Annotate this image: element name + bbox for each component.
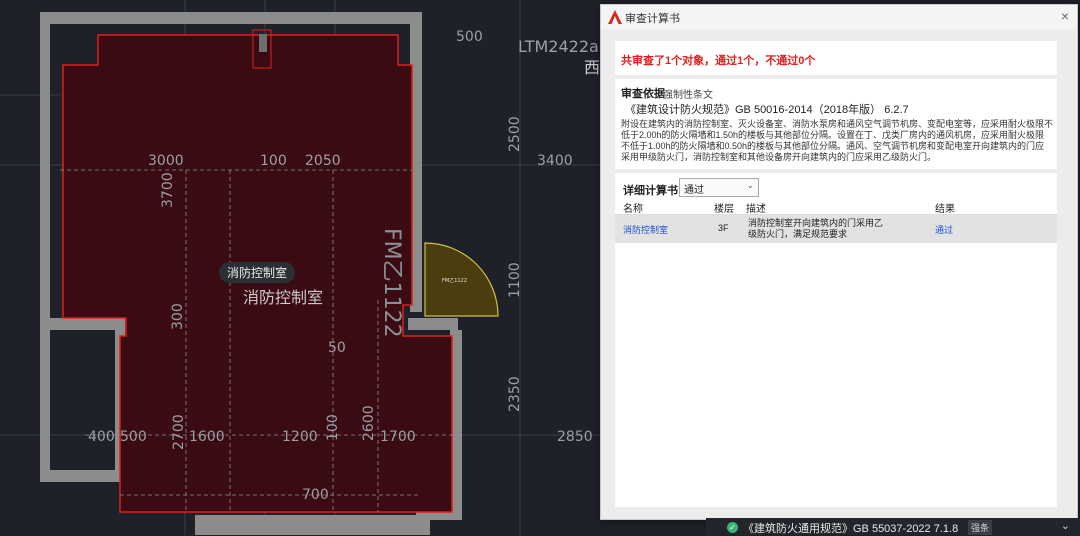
dim-text-1700: 1700 — [380, 429, 416, 445]
rule-status-text: 《建筑防火通用规范》GB 55037-2022 7.1.8 — [743, 523, 959, 535]
dim-text-2500: 2500 — [507, 116, 523, 152]
result-filter-value: 通过 — [684, 185, 704, 196]
dim-text-50: 50 — [328, 340, 346, 356]
row-floor: 3F — [718, 223, 729, 233]
basis-label: 审查依据 — [621, 88, 665, 100]
room-label-pill[interactable]: 消防控制室 — [219, 262, 295, 283]
room-name-text: 消防控制室 — [243, 288, 323, 307]
dim-text-100-b: 100 — [325, 414, 341, 441]
table-header: 名称 楼层 描述 结果 — [615, 198, 1057, 215]
check-icon: ✓ — [727, 522, 738, 533]
door-tag-small: FM乙1122 — [442, 277, 467, 284]
dim-text-1200: 1200 — [282, 429, 318, 445]
door-code-rotated: FM乙1122 — [379, 228, 404, 338]
dim-text-700: 700 — [302, 487, 329, 503]
rule-status-bar[interactable]: ✓ 《建筑防火通用规范》GB 55037-2022 7.1.8 强条 ⌄ — [706, 518, 1080, 535]
chevron-down-icon[interactable]: ⌄ — [1061, 519, 1070, 532]
dim-text-2050: 2050 — [305, 153, 341, 169]
basis-clause-text: 附设在建筑内的消防控制室、灭火设备室、消防水泵房和通风空气调节机房、变配电室等，… — [621, 119, 1054, 162]
dim-text-2350: 2350 — [507, 376, 523, 412]
summary-panel: 共审查了1个对象，通过1个，不通过0个 — [615, 41, 1057, 75]
dim-text-100: 100 — [260, 153, 287, 169]
column-header-name[interactable]: 名称 — [623, 200, 643, 215]
row-name-link[interactable]: 消防控制室 — [623, 223, 668, 236]
door-code-top-right: LTM2422a — [518, 37, 599, 56]
column-header-description[interactable]: 描述 — [746, 200, 766, 215]
dim-text-300: 300 — [170, 303, 186, 330]
dim-text-500: 500 — [120, 429, 147, 445]
chevron-down-icon: ⌄ — [746, 180, 754, 190]
mandatory-clause-tag: 强制性条文 — [663, 90, 713, 101]
row-result[interactable]: 通过 — [935, 223, 953, 236]
mandatory-badge: 强条 — [968, 520, 993, 535]
dialog-titlebar[interactable]: 审查计算书 × — [601, 5, 1077, 29]
dialog-title: 审查计算书 — [625, 13, 680, 25]
review-basis-panel: 审查依据 强制性条文 《建筑设计防火规范》GB 50016-2014（2018年… — [615, 79, 1057, 169]
dim-text-500-top: 500 — [456, 29, 483, 45]
column-header-result[interactable]: 结果 — [935, 200, 955, 215]
detail-calculation-panel: 详细计算书 通过 ⌄ 名称 楼层 描述 结果 消防控制室 3F 消防控制室开向建… — [615, 173, 1057, 507]
dim-text-3700: 3700 — [160, 172, 176, 208]
app-logo-icon — [608, 10, 622, 24]
dim-text-2600: 2600 — [361, 405, 377, 441]
dim-text-3000: 3000 — [148, 153, 184, 169]
west-char: 西 — [584, 58, 600, 77]
result-filter-select[interactable]: 通过 ⌄ — [679, 178, 759, 197]
dim-text-1100: 1100 — [507, 262, 523, 298]
row-description: 消防控制室开向建筑内的门采用乙级防火门，满足规范要求 — [748, 218, 884, 239]
dim-text-1600: 1600 — [189, 429, 225, 445]
detail-label: 详细计算书 — [623, 185, 678, 197]
close-icon[interactable]: × — [1061, 8, 1069, 24]
basis-code: 《建筑设计防火规范》GB 50016-2014（2018年版） 6.2.7 — [625, 104, 909, 116]
dim-text-400: 400 — [88, 429, 115, 445]
summary-text: 共审查了1个对象，通过1个，不通过0个 — [621, 55, 816, 67]
dim-text-3400: 3400 — [537, 153, 573, 169]
column-header-floor[interactable]: 楼层 — [714, 200, 734, 215]
column-stub — [259, 34, 267, 52]
dim-text-2850: 2850 — [557, 429, 593, 445]
dim-text-2700: 2700 — [171, 414, 187, 450]
review-calculation-dialog: 审查计算书 × 共审查了1个对象，通过1个，不通过0个 审查依据 强制性条文 《… — [600, 4, 1078, 520]
table-row[interactable]: 消防控制室 3F 消防控制室开向建筑内的门采用乙级防火门，满足规范要求 通过 — [615, 215, 1057, 243]
